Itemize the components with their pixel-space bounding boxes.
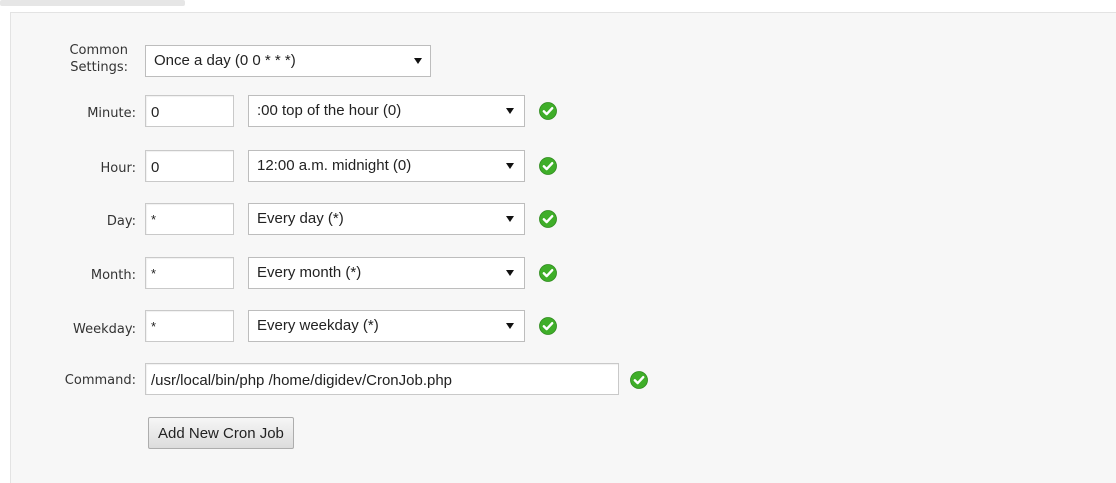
section-title-remnant [0, 0, 185, 6]
page-header-strip [0, 0, 1116, 12]
check-circle-icon [539, 210, 557, 228]
hour-select[interactable]: 12:00 a.m. midnight (0) [248, 150, 525, 182]
chevron-down-icon [414, 58, 422, 64]
day-select-value: Every day (*) [257, 210, 344, 227]
weekday-select-value: Every weekday (*) [257, 317, 379, 334]
minute-select-value: :00 top of the hour (0) [257, 102, 402, 119]
command-input[interactable] [145, 363, 619, 395]
chevron-down-icon [506, 216, 514, 222]
day-select[interactable]: Every day (*) [248, 203, 525, 235]
check-circle-icon [630, 371, 648, 389]
minute-label: Minute: [87, 106, 136, 121]
weekday-label: Weekday: [73, 322, 136, 337]
month-select-value: Every month (*) [257, 264, 362, 281]
common-settings-selected: Once a day (0 0 * * *) [154, 52, 296, 69]
weekday-select[interactable]: Every weekday (*) [248, 310, 525, 342]
month-label: Month: [90, 268, 136, 283]
common-settings-select[interactable]: Once a day (0 0 * * *) [145, 45, 431, 77]
chevron-down-icon [506, 270, 514, 276]
cron-job-form: Common Settings: Once a day (0 0 * * *) … [10, 12, 1116, 483]
day-label: Day: [106, 214, 136, 229]
add-new-cron-job-button[interactable]: Add New Cron Job [148, 417, 294, 449]
chevron-down-icon [506, 323, 514, 329]
minute-select[interactable]: :00 top of the hour (0) [248, 95, 525, 127]
minute-input[interactable] [145, 95, 234, 127]
month-input[interactable] [145, 257, 234, 289]
check-circle-icon [539, 317, 557, 335]
month-select[interactable]: Every month (*) [248, 257, 525, 289]
hour-select-value: 12:00 a.m. midnight (0) [257, 157, 412, 174]
hour-label: Hour: [100, 161, 136, 176]
command-label: Command: [64, 373, 136, 388]
check-circle-icon [539, 102, 557, 120]
hour-input[interactable] [145, 150, 234, 182]
chevron-down-icon [506, 108, 514, 114]
check-circle-icon [539, 264, 557, 282]
weekday-input[interactable] [145, 310, 234, 342]
check-circle-icon [539, 157, 557, 175]
day-input[interactable] [145, 203, 234, 235]
chevron-down-icon [506, 163, 514, 169]
common-settings-label: Common Settings: [69, 43, 128, 75]
